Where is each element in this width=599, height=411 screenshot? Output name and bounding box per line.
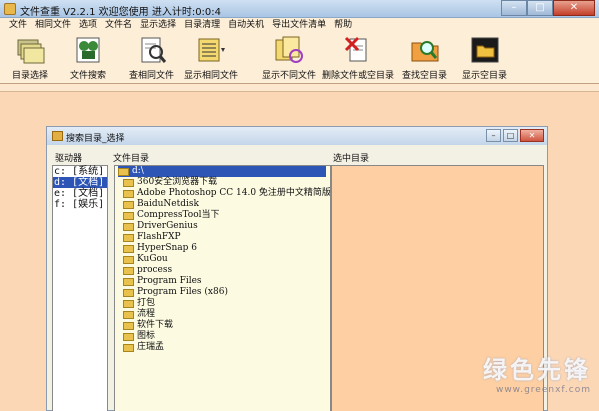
dialog-maximize-button[interactable]: □	[503, 129, 518, 142]
folder-item[interactable]: process	[115, 265, 330, 276]
folder-item[interactable]: HyperSnap 6	[115, 243, 330, 254]
delete-files-or-empty-dirs-button[interactable]: 删除文件或空目录	[322, 32, 394, 84]
maximize-button[interactable]: □	[527, 0, 553, 16]
folder-icon	[123, 266, 134, 275]
empty-folder-icon	[471, 37, 498, 63]
open-folder-icon	[118, 167, 129, 176]
folder-icon	[123, 200, 134, 209]
menu-help[interactable]: 帮助	[331, 18, 357, 32]
show-empty-dirs-button[interactable]: 显示空目录	[462, 32, 507, 84]
folder-item[interactable]: Program Files	[115, 276, 330, 287]
folder-item[interactable]: Program Files (x86)	[115, 287, 330, 298]
dialog-close-button[interactable]: ✕	[520, 129, 544, 142]
menu-same-files[interactable]: 相同文件	[32, 18, 76, 32]
folder-item[interactable]: KuGou	[115, 254, 330, 265]
folder-icon	[123, 343, 134, 352]
close-button[interactable]: ✕	[553, 0, 595, 16]
directory-select-button[interactable]: 目录选择	[12, 32, 48, 84]
folder-icon	[123, 277, 134, 286]
selected-header: 选中目录	[333, 154, 370, 164]
magnifier-document-icon	[141, 37, 166, 63]
watermark-logo: 绿色先锋 www.greenxf.com	[483, 356, 591, 395]
dialog-titlebar: 搜索目录_选择 – □ ✕	[47, 127, 547, 145]
dialog-minimize-button[interactable]: –	[486, 129, 501, 142]
show-different-files-button[interactable]: 显示不同文件	[262, 32, 316, 84]
binoculars-icon	[76, 37, 100, 63]
menu-directory-cleanup[interactable]: 目录清理	[181, 18, 225, 32]
app-icon	[4, 3, 16, 15]
find-empty-dirs-button[interactable]: 查找空目录	[402, 32, 447, 84]
folder-icon	[123, 288, 134, 297]
folder-icon	[123, 211, 134, 220]
folder-icon	[123, 222, 134, 231]
minimize-button[interactable]: –	[501, 0, 527, 16]
folder-icon	[123, 299, 134, 308]
folder-tree[interactable]: d:\ 360安全浏览器下载 Adobe Photoshop CC 14.0 免…	[114, 165, 331, 411]
drive-item[interactable]: c: [系统]	[53, 166, 107, 177]
folder-icon	[123, 321, 134, 330]
folder-icon	[123, 233, 134, 242]
find-same-files-button[interactable]: 查相同文件	[129, 32, 174, 84]
window-titlebar: 文件查重 V2.2.1 欢迎您使用 进入计时:0:0:4 – □ ✕	[0, 0, 599, 18]
folder-icon	[123, 332, 134, 341]
menu-file[interactable]: 文件	[6, 18, 32, 32]
menu-filename[interactable]: 文件名	[102, 18, 137, 32]
menu-options[interactable]: 选项	[76, 18, 102, 32]
toolbar: 目录选择 文件搜索 查相同文件 显示相同文件 显示不同文件 删除文件或空目录 查…	[0, 32, 599, 84]
folder-item[interactable]: DriverGenius	[115, 221, 330, 232]
drives-header: 驱动器	[55, 154, 83, 164]
folder-item[interactable]: 庄瑞孟	[115, 342, 330, 353]
folder-root[interactable]: d:\	[118, 166, 326, 177]
menu-bar: 文件 相同文件 选项 文件名 显示选择 目录清理 自动关机 导出文件清单 帮助	[0, 18, 599, 32]
dialog-title: 搜索目录_选择	[66, 134, 125, 144]
window-title: 文件查重 V2.2.1 欢迎您使用 进入计时:0:0:4	[20, 7, 222, 18]
dialog-icon	[52, 131, 63, 141]
folder-item[interactable]: BaiduNetdisk	[115, 199, 330, 210]
menu-auto-shutdown[interactable]: 自动关机	[225, 18, 269, 32]
folder-icon	[123, 178, 134, 187]
menu-display-selection[interactable]: 显示选择	[137, 18, 181, 32]
drive-item[interactable]: e: [文档]	[53, 188, 107, 199]
file-search-button[interactable]: 文件搜索	[70, 32, 106, 84]
folder-icon	[123, 244, 134, 253]
folders-header: 文件目录	[113, 154, 150, 164]
compare-documents-icon	[275, 36, 303, 63]
status-band	[0, 84, 599, 92]
dialog-controls: – □ ✕	[486, 129, 544, 142]
delete-document-icon	[344, 36, 367, 62]
window-controls: – □ ✕	[501, 0, 595, 16]
show-same-files-button[interactable]: 显示相同文件	[184, 32, 238, 84]
folders-icon	[17, 39, 45, 64]
folder-icon	[123, 310, 134, 319]
folder-item[interactable]: 软件下载	[115, 320, 330, 331]
menu-export-list[interactable]: 导出文件清单	[269, 18, 331, 32]
search-folder-icon	[411, 41, 438, 62]
folder-item[interactable]: 360安全浏览器下载	[115, 177, 330, 188]
drive-list[interactable]: c: [系统] d: [文档] e: [文档] f: [娱乐]	[52, 165, 108, 411]
folder-icon	[123, 255, 134, 264]
folder-item[interactable]: 图标	[115, 331, 330, 342]
folder-item[interactable]: Adobe Photoshop CC 14.0 免注册中文精简版	[115, 188, 330, 199]
folder-item[interactable]: FlashFXP	[115, 232, 330, 243]
folder-item[interactable]: CompressTool当下	[115, 210, 330, 221]
list-documents-icon	[198, 38, 225, 62]
folder-icon	[123, 189, 134, 198]
drive-item[interactable]: f: [娱乐]	[53, 199, 107, 210]
drive-item[interactable]: d: [文档]	[53, 177, 107, 188]
folder-item[interactable]: 流程	[115, 309, 330, 320]
folder-item[interactable]: 打包	[115, 298, 330, 309]
